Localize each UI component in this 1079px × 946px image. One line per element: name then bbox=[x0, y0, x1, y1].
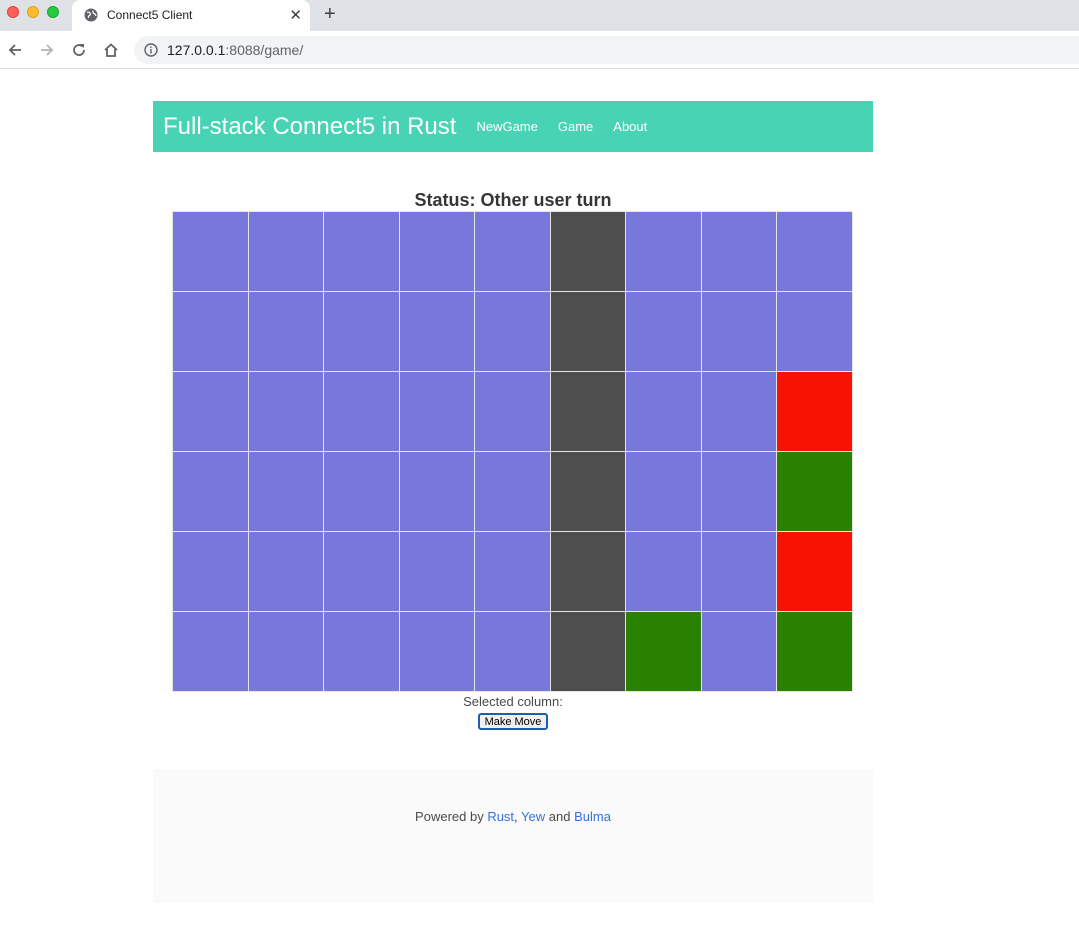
globe-icon bbox=[84, 8, 98, 22]
browser-toolbar: 127.0.0.1:8088/game/ bbox=[0, 31, 1079, 69]
nav-link-newgame[interactable]: NewGame bbox=[476, 119, 537, 134]
board-cell-empty[interactable] bbox=[701, 532, 777, 611]
board-cell-empty[interactable] bbox=[475, 212, 550, 291]
yew-link[interactable]: Yew bbox=[521, 809, 545, 824]
board-cell-empty[interactable] bbox=[173, 612, 248, 691]
board-cell-empty[interactable] bbox=[475, 452, 550, 531]
forward-arrow-icon bbox=[41, 44, 54, 56]
game-status: Status: Other user turn bbox=[414, 190, 612, 210]
address-bar[interactable]: 127.0.0.1:8088/game/ bbox=[134, 36, 1079, 64]
board-cell-empty[interactable] bbox=[399, 532, 475, 611]
board-cell-green-piece[interactable] bbox=[777, 452, 852, 531]
board-cell-empty[interactable] bbox=[701, 372, 777, 451]
board-cell-empty[interactable] bbox=[701, 212, 777, 291]
footer-text: Powered by Rust, Yew and Bulma bbox=[153, 809, 873, 824]
back-button[interactable] bbox=[5, 40, 25, 60]
board-cell-empty[interactable] bbox=[626, 372, 701, 451]
browser-tab[interactable]: Connect5 Client ✕ bbox=[72, 0, 310, 31]
board-cell-empty[interactable] bbox=[248, 452, 324, 531]
window-close-button[interactable] bbox=[7, 6, 19, 18]
brand-title[interactable]: Full-stack Connect5 in Rust bbox=[163, 113, 456, 141]
board-cell-empty[interactable] bbox=[399, 292, 475, 371]
board-cell-empty[interactable] bbox=[173, 532, 248, 611]
board-cell-empty[interactable] bbox=[173, 212, 248, 291]
board-cell-empty[interactable] bbox=[248, 292, 324, 371]
make-move-button[interactable]: Make Move bbox=[478, 713, 548, 730]
window-minimize-button[interactable] bbox=[27, 6, 39, 18]
board-cell-red-piece[interactable] bbox=[777, 372, 852, 451]
tab-title: Connect5 Client bbox=[107, 8, 193, 22]
browser-tab-bar: Connect5 Client ✕ + bbox=[0, 0, 1079, 31]
board-cell-empty[interactable] bbox=[626, 292, 701, 371]
footer-sep: and bbox=[545, 809, 575, 824]
board-cell-empty[interactable] bbox=[173, 292, 248, 371]
footer-sep: , bbox=[514, 809, 522, 824]
nav-link-about[interactable]: About bbox=[613, 119, 647, 134]
board-cell-selected-column[interactable] bbox=[550, 212, 626, 291]
board-cell-green-piece[interactable] bbox=[626, 612, 701, 691]
board-cell-empty[interactable] bbox=[777, 212, 852, 291]
board-cell-empty[interactable] bbox=[324, 372, 399, 451]
url-text: 127.0.0.1:8088/game/ bbox=[167, 42, 303, 58]
footer: Powered by Rust, Yew and Bulma bbox=[153, 769, 873, 903]
board-cell-empty[interactable] bbox=[475, 612, 550, 691]
forward-button[interactable] bbox=[37, 40, 57, 60]
footer-prefix: Powered by bbox=[415, 809, 488, 824]
board-cell-empty[interactable] bbox=[399, 212, 475, 291]
new-tab-button[interactable]: + bbox=[324, 3, 336, 26]
reload-button[interactable] bbox=[69, 40, 89, 60]
board-cell-empty[interactable] bbox=[626, 212, 701, 291]
board-cell-selected-column[interactable] bbox=[550, 292, 626, 371]
tab-close-icon[interactable]: ✕ bbox=[289, 6, 302, 24]
info-icon[interactable] bbox=[144, 43, 158, 57]
app-navbar: Full-stack Connect5 in Rust NewGame Game… bbox=[153, 101, 873, 152]
board-cell-empty[interactable] bbox=[248, 532, 324, 611]
home-icon bbox=[104, 43, 118, 57]
board-cell-empty[interactable] bbox=[399, 612, 475, 691]
board-cell-empty[interactable] bbox=[173, 372, 248, 451]
board-cell-empty[interactable] bbox=[701, 292, 777, 371]
home-button[interactable] bbox=[101, 40, 121, 60]
board-cell-empty[interactable] bbox=[475, 292, 550, 371]
board-cell-empty[interactable] bbox=[399, 372, 475, 451]
board-cell-empty[interactable] bbox=[701, 612, 777, 691]
board-cell-empty[interactable] bbox=[173, 452, 248, 531]
board-cell-empty[interactable] bbox=[248, 372, 324, 451]
board-cell-selected-column[interactable] bbox=[550, 532, 626, 611]
board-cell-empty[interactable] bbox=[399, 452, 475, 531]
board-cell-green-piece[interactable] bbox=[777, 612, 852, 691]
board-cell-selected-column[interactable] bbox=[550, 612, 626, 691]
game-board bbox=[172, 211, 853, 692]
selected-column-label: Selected column: bbox=[463, 694, 563, 709]
board-cell-empty[interactable] bbox=[626, 452, 701, 531]
window-maximize-button[interactable] bbox=[47, 6, 59, 18]
rust-link[interactable]: Rust bbox=[487, 809, 514, 824]
board-cell-empty[interactable] bbox=[475, 372, 550, 451]
nav-link-game[interactable]: Game bbox=[558, 119, 593, 134]
url-host: 127.0.0.1 bbox=[167, 42, 226, 58]
board-cell-empty[interactable] bbox=[324, 452, 399, 531]
bulma-link[interactable]: Bulma bbox=[574, 809, 611, 824]
back-arrow-icon bbox=[8, 44, 21, 56]
url-path: :8088/game/ bbox=[225, 42, 304, 58]
board-cell-empty[interactable] bbox=[324, 612, 399, 691]
reload-icon bbox=[73, 44, 85, 56]
board-cell-empty[interactable] bbox=[248, 612, 324, 691]
board-cell-empty[interactable] bbox=[626, 532, 701, 611]
board-cell-empty[interactable] bbox=[777, 292, 852, 371]
board-cell-selected-column[interactable] bbox=[550, 372, 626, 451]
board-cell-empty[interactable] bbox=[248, 212, 324, 291]
board-cell-empty[interactable] bbox=[324, 532, 399, 611]
board-cell-empty[interactable] bbox=[701, 452, 777, 531]
board-cell-selected-column[interactable] bbox=[550, 452, 626, 531]
board-cell-empty[interactable] bbox=[475, 532, 550, 611]
board-cell-red-piece[interactable] bbox=[777, 532, 852, 611]
board-cell-empty[interactable] bbox=[324, 292, 399, 371]
board-cell-empty[interactable] bbox=[324, 212, 399, 291]
